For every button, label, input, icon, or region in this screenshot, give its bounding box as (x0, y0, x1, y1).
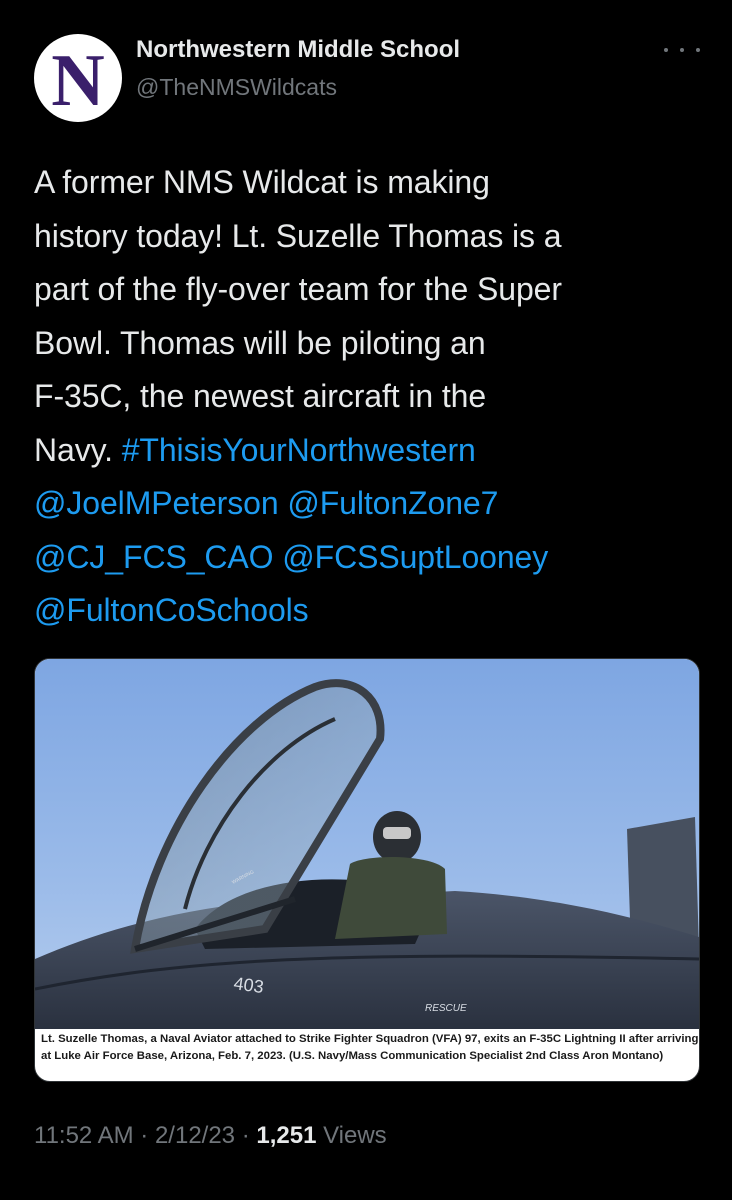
display-name[interactable]: Northwestern Middle School (136, 36, 460, 64)
meta-separator: · (133, 1122, 155, 1149)
tweet-text-segment: F-35C, the newest aircraft in the (34, 378, 487, 414)
views-count: 1,251 (256, 1122, 317, 1149)
more-dot (696, 48, 700, 52)
tweet-text-line: Navy. #ThisisYourNorthwestern (34, 424, 704, 478)
tweet-text-segment: A former NMS Wildcat is making (34, 164, 490, 200)
tweet-time[interactable]: 11:52 AM (34, 1122, 134, 1149)
tweet-meta: 11:52 AM · 2/12/23 · 1,251 Views (34, 1122, 387, 1150)
tweet-text-segment: Bowl. Thomas will be piloting an (34, 324, 486, 361)
tweet: N Northwestern Middle School @TheNMSWild… (0, 0, 732, 1200)
tweet-text-line: @JoelMPeterson @FultonZone7 (34, 477, 704, 531)
more-options-icon[interactable] (664, 38, 700, 62)
mention-link[interactable]: @FCSSuptLooney (282, 539, 548, 575)
mention-link[interactable]: @FultonZone7 (287, 485, 498, 521)
mention-link[interactable]: @CJ_FCS_CAO (34, 539, 274, 575)
hashtag-link[interactable]: #ThisisYourNorthwestern (122, 432, 476, 468)
meta-separator: · (235, 1122, 257, 1149)
tweet-text-segment (279, 485, 288, 521)
pilot-visor (383, 827, 411, 839)
tweet-text-segment: Navy. (34, 431, 122, 468)
tweet-date[interactable]: 2/12/23 (155, 1122, 235, 1149)
tweet-text-segment: part of the fly-over team for the Super (34, 271, 562, 307)
aircraft-number: 403 (232, 973, 265, 997)
tweet-text-line: Bowl. Thomas will be piloting an (34, 317, 704, 371)
avatar[interactable]: N (34, 34, 122, 122)
school-logo-icon: N (51, 40, 105, 122)
media-caption: Lt. Suzelle Thomas, a Naval Aviator atta… (41, 1031, 699, 1065)
caption-line: Lt. Suzelle Thomas, a Naval Aviator atta… (41, 1033, 699, 1045)
media-photo: 403 RESCUE WARNING (35, 659, 699, 1029)
user-handle[interactable]: @TheNMSWildcats (136, 74, 337, 101)
more-dot (680, 48, 684, 52)
mention-link[interactable]: @FultonCoSchools (34, 592, 309, 628)
tweet-text-line: A former NMS Wildcat is making (34, 156, 704, 210)
views-label: Views (316, 1122, 387, 1149)
tweet-media[interactable]: 403 RESCUE WARNING Lt. Suzelle Thomas, a… (34, 658, 700, 1082)
caption-line: at Luke Air Force Base, Arizona, Feb. 7,… (41, 1050, 664, 1062)
rescue-label: RESCUE (425, 1003, 467, 1014)
tweet-text-segment (273, 539, 282, 575)
tweet-text: A former NMS Wildcat is making history to… (34, 156, 704, 638)
tweet-text-line: @FultonCoSchools (34, 584, 704, 638)
more-dot (664, 48, 668, 52)
mention-link[interactable]: @JoelMPeterson (34, 485, 279, 521)
tweet-text-line: F-35C, the newest aircraft in the (34, 370, 704, 424)
tweet-text-segment: history today! Lt. Suzelle Thomas is a (34, 217, 562, 254)
tweet-text-line: @CJ_FCS_CAO @FCSSuptLooney (34, 531, 704, 585)
tweet-text-line: history today! Lt. Suzelle Thomas is a (34, 210, 704, 264)
tweet-text-line: part of the fly-over team for the Super (34, 263, 704, 317)
pilot-body (335, 857, 447, 939)
